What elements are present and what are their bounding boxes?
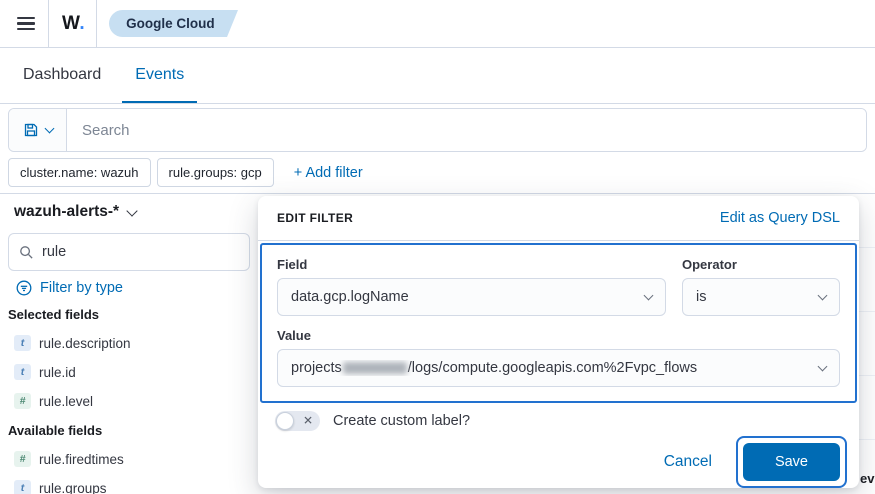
save-icon [23,122,39,138]
value-select[interactable]: projects /logs/compute.googleapis.com%2F… [277,349,840,387]
search-icon [19,245,34,260]
save-button-focus-ring: Save [736,436,847,488]
filter-by-type-button[interactable]: Filter by type [16,280,123,296]
toggle-knob [276,412,294,430]
logo-letter: W [62,13,79,34]
field-name: rule.groups [39,481,107,494]
filter-pill-rule-groups[interactable]: rule.groups: gcp [157,158,274,187]
clipped-background-text: ev [860,471,874,486]
popover-header: EDIT FILTER Edit as Query DSL [258,196,859,241]
chevron-down-icon [644,291,654,301]
field-search-box [8,233,250,271]
custom-label-toggle[interactable]: ✕ [275,411,320,431]
filter-by-type-icon [16,280,32,296]
field-item-rule-id[interactable]: t rule.id [14,364,250,380]
value-label: Value [277,328,840,343]
field-select[interactable]: data.gcp.logName [277,278,666,316]
value-suffix: /logs/compute.googleapis.com%2Fvpc_flows [408,360,697,376]
available-fields-heading: Available fields [8,423,250,438]
popover-footer: Cancel Save [258,436,859,488]
tab-dashboard[interactable]: Dashboard [10,48,114,103]
field-name: rule.level [39,394,93,409]
tab-events[interactable]: Events [122,48,197,103]
field-name: rule.description [39,336,131,351]
chevron-down-icon [126,205,137,216]
field-item-rule-description[interactable]: t rule.description [14,335,250,351]
value-prefix: projects [291,360,342,376]
field-name: rule.id [39,365,76,380]
field-select-value: data.gcp.logName [291,289,409,305]
wazuh-events-screen: W. Google Cloud Dashboard Events cluster… [0,0,875,494]
string-field-badge: t [14,364,31,380]
operator-select[interactable]: is [682,278,840,316]
field-item-rule-groups[interactable]: t rule.groups [14,480,250,494]
toggle-off-icon: ✕ [303,413,313,427]
filter-by-type-label: Filter by type [40,280,123,296]
filter-pill-cluster-name[interactable]: cluster.name: wazuh [8,158,151,187]
save-query-button[interactable] [9,109,67,151]
cancel-button[interactable]: Cancel [664,453,712,471]
chevron-down-icon [44,124,54,134]
custom-label-row: ✕ Create custom label? [258,411,859,431]
top-bar: W. Google Cloud [0,0,875,48]
module-tabs: Dashboard Events [0,48,875,104]
fields-sidebar: wazuh-alerts-* Filter by type [0,194,258,494]
string-field-badge: t [14,480,31,494]
operator-label: Operator [682,257,840,272]
string-field-badge: t [14,335,31,351]
number-field-badge: # [14,451,31,467]
chevron-down-icon [818,362,828,372]
value-select-value: projects /logs/compute.googleapis.com%2F… [291,360,697,376]
filter-bar: cluster.name: wazuh rule.groups: gcp + A… [8,158,363,187]
number-field-badge: # [14,393,31,409]
header-divider [48,0,49,48]
custom-label-question: Create custom label? [333,413,470,429]
query-bar [8,108,867,152]
selected-fields-heading: Selected fields [8,307,250,322]
field-name: rule.firedtimes [39,452,124,467]
field-item-rule-level[interactable]: # rule.level [14,393,250,409]
popover-title: EDIT FILTER [277,211,353,225]
logo-dot: . [79,13,85,34]
field-search-input[interactable] [42,244,239,260]
breadcrumb-label: Google Cloud [126,16,215,31]
save-button[interactable]: Save [743,443,840,481]
breadcrumb-module-badge[interactable]: Google Cloud [109,10,227,37]
value-redacted-blur [343,362,407,374]
filter-form-focus-area: Field data.gcp.logName Operator is Value [260,243,857,403]
wazuh-logo[interactable]: W. [62,13,85,35]
menu-icon[interactable] [17,17,35,31]
index-pattern-selector[interactable]: wazuh-alerts-* [14,203,250,221]
field-label: Field [277,257,666,272]
edit-filter-popover: EDIT FILTER Edit as Query DSL Field data… [258,196,859,488]
field-item-rule-firedtimes[interactable]: # rule.firedtimes [14,451,250,467]
chevron-down-icon [818,291,828,301]
search-input[interactable] [67,109,866,151]
add-filter-button[interactable]: + Add filter [294,165,363,181]
header-divider [96,0,97,48]
index-pattern-name: wazuh-alerts-* [14,203,119,221]
edit-as-query-dsl-link[interactable]: Edit as Query DSL [720,210,840,226]
operator-select-value: is [696,289,706,305]
